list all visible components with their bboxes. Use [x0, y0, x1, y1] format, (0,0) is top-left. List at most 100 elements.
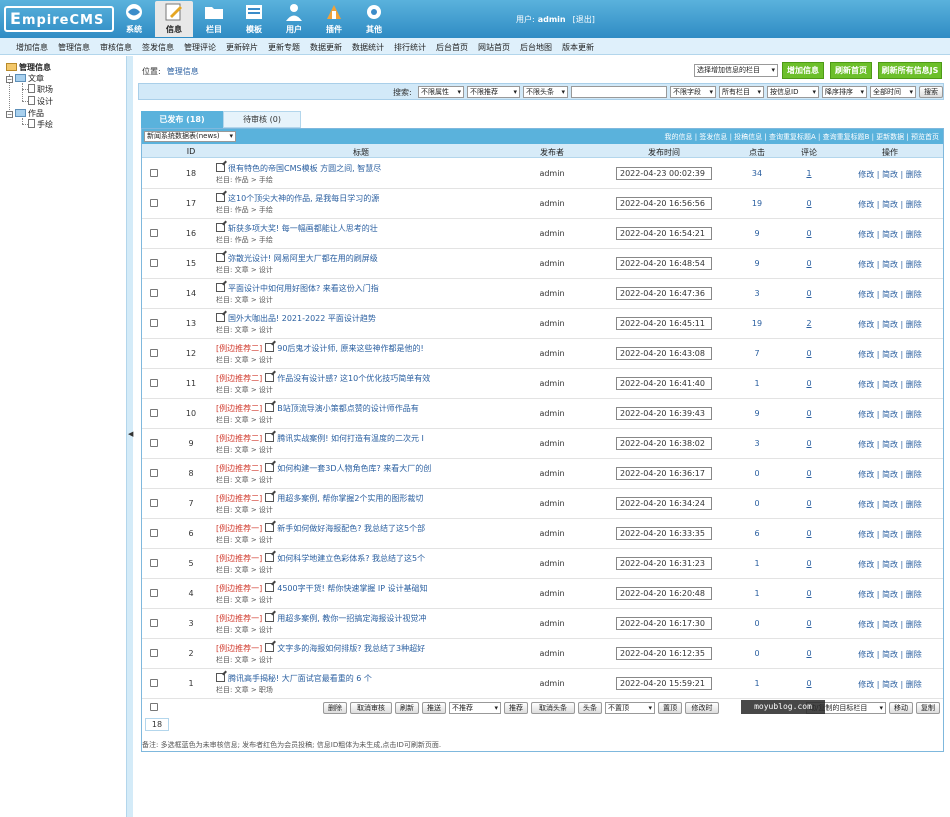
- submenu-site-home[interactable]: 网站首页: [478, 42, 510, 53]
- row-checkbox[interactable]: [150, 379, 158, 387]
- recommend-select[interactable]: 不限推荐: [467, 86, 520, 98]
- row-id[interactable]: 9: [172, 439, 210, 448]
- row-id[interactable]: 1: [172, 679, 210, 688]
- location-link[interactable]: 管理信息: [167, 67, 199, 76]
- column-select[interactable]: 所有栏目: [719, 86, 764, 98]
- row-title-link[interactable]: 弥散光设计! 网易阿里大厂都在用的刷屏级: [228, 254, 378, 263]
- row-time-input[interactable]: 2022-04-20 16:31:23: [616, 557, 712, 570]
- row-checkbox[interactable]: [150, 409, 158, 417]
- row-comments-link[interactable]: 0: [790, 199, 828, 208]
- row-time-input[interactable]: 2022-04-20 16:33:35: [616, 527, 712, 540]
- row-checkbox[interactable]: [150, 469, 158, 477]
- tree-node-works[interactable]: − 作品: [6, 108, 44, 119]
- row-id[interactable]: 8: [172, 469, 210, 478]
- row-comments-link[interactable]: 0: [790, 349, 828, 358]
- row-actions[interactable]: 修改 | 简改 | 删除: [842, 409, 938, 420]
- move-button[interactable]: 移动: [889, 702, 913, 714]
- row-title-link[interactable]: 文字多的海报如何排版? 我总结了3种超好: [277, 644, 425, 653]
- row-checkbox[interactable]: [150, 529, 158, 537]
- row-checkbox[interactable]: [150, 169, 158, 177]
- row-actions[interactable]: 修改 | 简改 | 删除: [842, 289, 938, 300]
- delete-button[interactable]: 删除: [323, 702, 347, 714]
- row-checkbox[interactable]: [150, 289, 158, 297]
- row-actions[interactable]: 修改 | 简改 | 删除: [842, 649, 938, 660]
- tab-pending[interactable]: 待审核 (0): [223, 111, 301, 128]
- row-checkbox[interactable]: [150, 439, 158, 447]
- row-comments-link[interactable]: 0: [790, 499, 828, 508]
- nav-other[interactable]: 其他: [355, 1, 393, 37]
- row-time-input[interactable]: 2022-04-20 16:12:35: [616, 647, 712, 660]
- row-actions[interactable]: 修改 | 简改 | 删除: [842, 589, 938, 600]
- row-time-input[interactable]: 2022-04-20 16:54:21: [616, 227, 712, 240]
- row-id[interactable]: 2: [172, 649, 210, 658]
- row-time-input[interactable]: 2022-04-20 16:48:54: [616, 257, 712, 270]
- refresh-button[interactable]: 刷新: [395, 702, 419, 714]
- row-id[interactable]: 7: [172, 499, 210, 508]
- add-info-column-select[interactable]: 选择增加信息的栏目: [694, 64, 778, 77]
- row-checkbox[interactable]: [150, 559, 158, 567]
- row-id[interactable]: 14: [172, 289, 210, 298]
- row-id[interactable]: 13: [172, 319, 210, 328]
- row-comments-link[interactable]: 0: [790, 259, 828, 268]
- nav-user[interactable]: 用户: [275, 1, 313, 37]
- tree-leaf-career[interactable]: 职场: [28, 84, 53, 95]
- recommend-button[interactable]: 推荐: [504, 702, 528, 714]
- row-actions[interactable]: 修改 | 简改 | 删除: [842, 619, 938, 630]
- row-comments-link[interactable]: 0: [790, 529, 828, 538]
- row-title-link[interactable]: 4500字干货! 帮你快速掌握 IP 设计基础知: [277, 584, 427, 593]
- row-actions[interactable]: 修改 | 简改 | 删除: [842, 679, 938, 690]
- nav-plugin[interactable]: 插件: [315, 1, 353, 37]
- row-checkbox[interactable]: [150, 649, 158, 657]
- row-id[interactable]: 17: [172, 199, 210, 208]
- submenu-manage-info[interactable]: 管理信息: [58, 42, 90, 53]
- submenu-admin-map[interactable]: 后台地图: [520, 42, 552, 53]
- row-actions[interactable]: 修改 | 简改 | 删除: [842, 259, 938, 270]
- row-checkbox[interactable]: [150, 349, 158, 357]
- row-actions[interactable]: 修改 | 简改 | 删除: [842, 229, 938, 240]
- submenu-audit-info[interactable]: 审核信息: [100, 42, 132, 53]
- row-actions[interactable]: 修改 | 简改 | 删除: [842, 169, 938, 180]
- row-title-link[interactable]: 平面设计中如何用好图体? 来看这份入门指: [228, 284, 379, 293]
- row-checkbox[interactable]: [150, 259, 158, 267]
- row-title-link[interactable]: 腾讯高手揭秘! 大厂面试官最看重的 6 个: [228, 674, 372, 683]
- row-time-input[interactable]: 2022-04-20 16:41:40: [616, 377, 712, 390]
- submenu-rank-stats[interactable]: 排行统计: [394, 42, 426, 53]
- row-title-link[interactable]: B站顶流导演小策都点赞的设计师作品有: [277, 404, 419, 413]
- row-time-input[interactable]: 2022-04-20 16:36:17: [616, 467, 712, 480]
- row-checkbox[interactable]: [150, 679, 158, 687]
- cancel-headline-button[interactable]: 取消头条: [531, 702, 575, 714]
- cancel-audit-button[interactable]: 取消审核: [350, 702, 392, 714]
- logout-link[interactable]: [退出]: [573, 15, 595, 24]
- submenu-admin-home[interactable]: 后台首页: [436, 42, 468, 53]
- nav-info[interactable]: 信息: [155, 1, 193, 37]
- row-comments-link[interactable]: 0: [790, 559, 828, 568]
- row-time-input[interactable]: 2022-04-20 16:20:48: [616, 587, 712, 600]
- row-id[interactable]: 15: [172, 259, 210, 268]
- row-checkbox[interactable]: [150, 199, 158, 207]
- row-comments-link[interactable]: 0: [790, 409, 828, 418]
- row-title-link[interactable]: 作品没有设计感? 这10个优化技巧简单有效: [277, 374, 430, 383]
- modify-time-button[interactable]: 修改时: [685, 702, 719, 714]
- row-id[interactable]: 16: [172, 229, 210, 238]
- recommend-level-select[interactable]: 不推荐: [449, 702, 501, 714]
- submenu-sign-info[interactable]: 签发信息: [142, 42, 174, 53]
- tree-leaf-design[interactable]: 设计: [28, 96, 53, 107]
- nav-system[interactable]: 系统: [115, 1, 153, 37]
- tree-node-article[interactable]: − 文章: [6, 73, 44, 84]
- row-actions[interactable]: 修改 | 简改 | 删除: [842, 499, 938, 510]
- headline-button[interactable]: 头条: [578, 702, 602, 714]
- row-actions[interactable]: 修改 | 简改 | 删除: [842, 199, 938, 210]
- sort-order-select[interactable]: 降序排序: [822, 86, 867, 98]
- row-actions[interactable]: 修改 | 简改 | 删除: [842, 469, 938, 480]
- row-title-link[interactable]: 用超多案例, 教你一招搞定海报设计视觉冲: [277, 614, 426, 623]
- row-time-input[interactable]: 2022-04-20 16:45:11: [616, 317, 712, 330]
- row-comments-link[interactable]: 0: [790, 229, 828, 238]
- headline-select[interactable]: 不限头条: [523, 86, 568, 98]
- row-actions[interactable]: 修改 | 简改 | 删除: [842, 349, 938, 360]
- row-title-link[interactable]: 腾讯实战案例! 如何打造有温度的二次元 I: [277, 434, 424, 443]
- push-button[interactable]: 推送: [422, 702, 446, 714]
- row-actions[interactable]: 修改 | 简改 | 删除: [842, 319, 938, 330]
- row-id[interactable]: 11: [172, 379, 210, 388]
- row-id[interactable]: 4: [172, 589, 210, 598]
- row-title-link[interactable]: 90后鬼才设计师, 原来这些神作都是他的!: [277, 344, 423, 353]
